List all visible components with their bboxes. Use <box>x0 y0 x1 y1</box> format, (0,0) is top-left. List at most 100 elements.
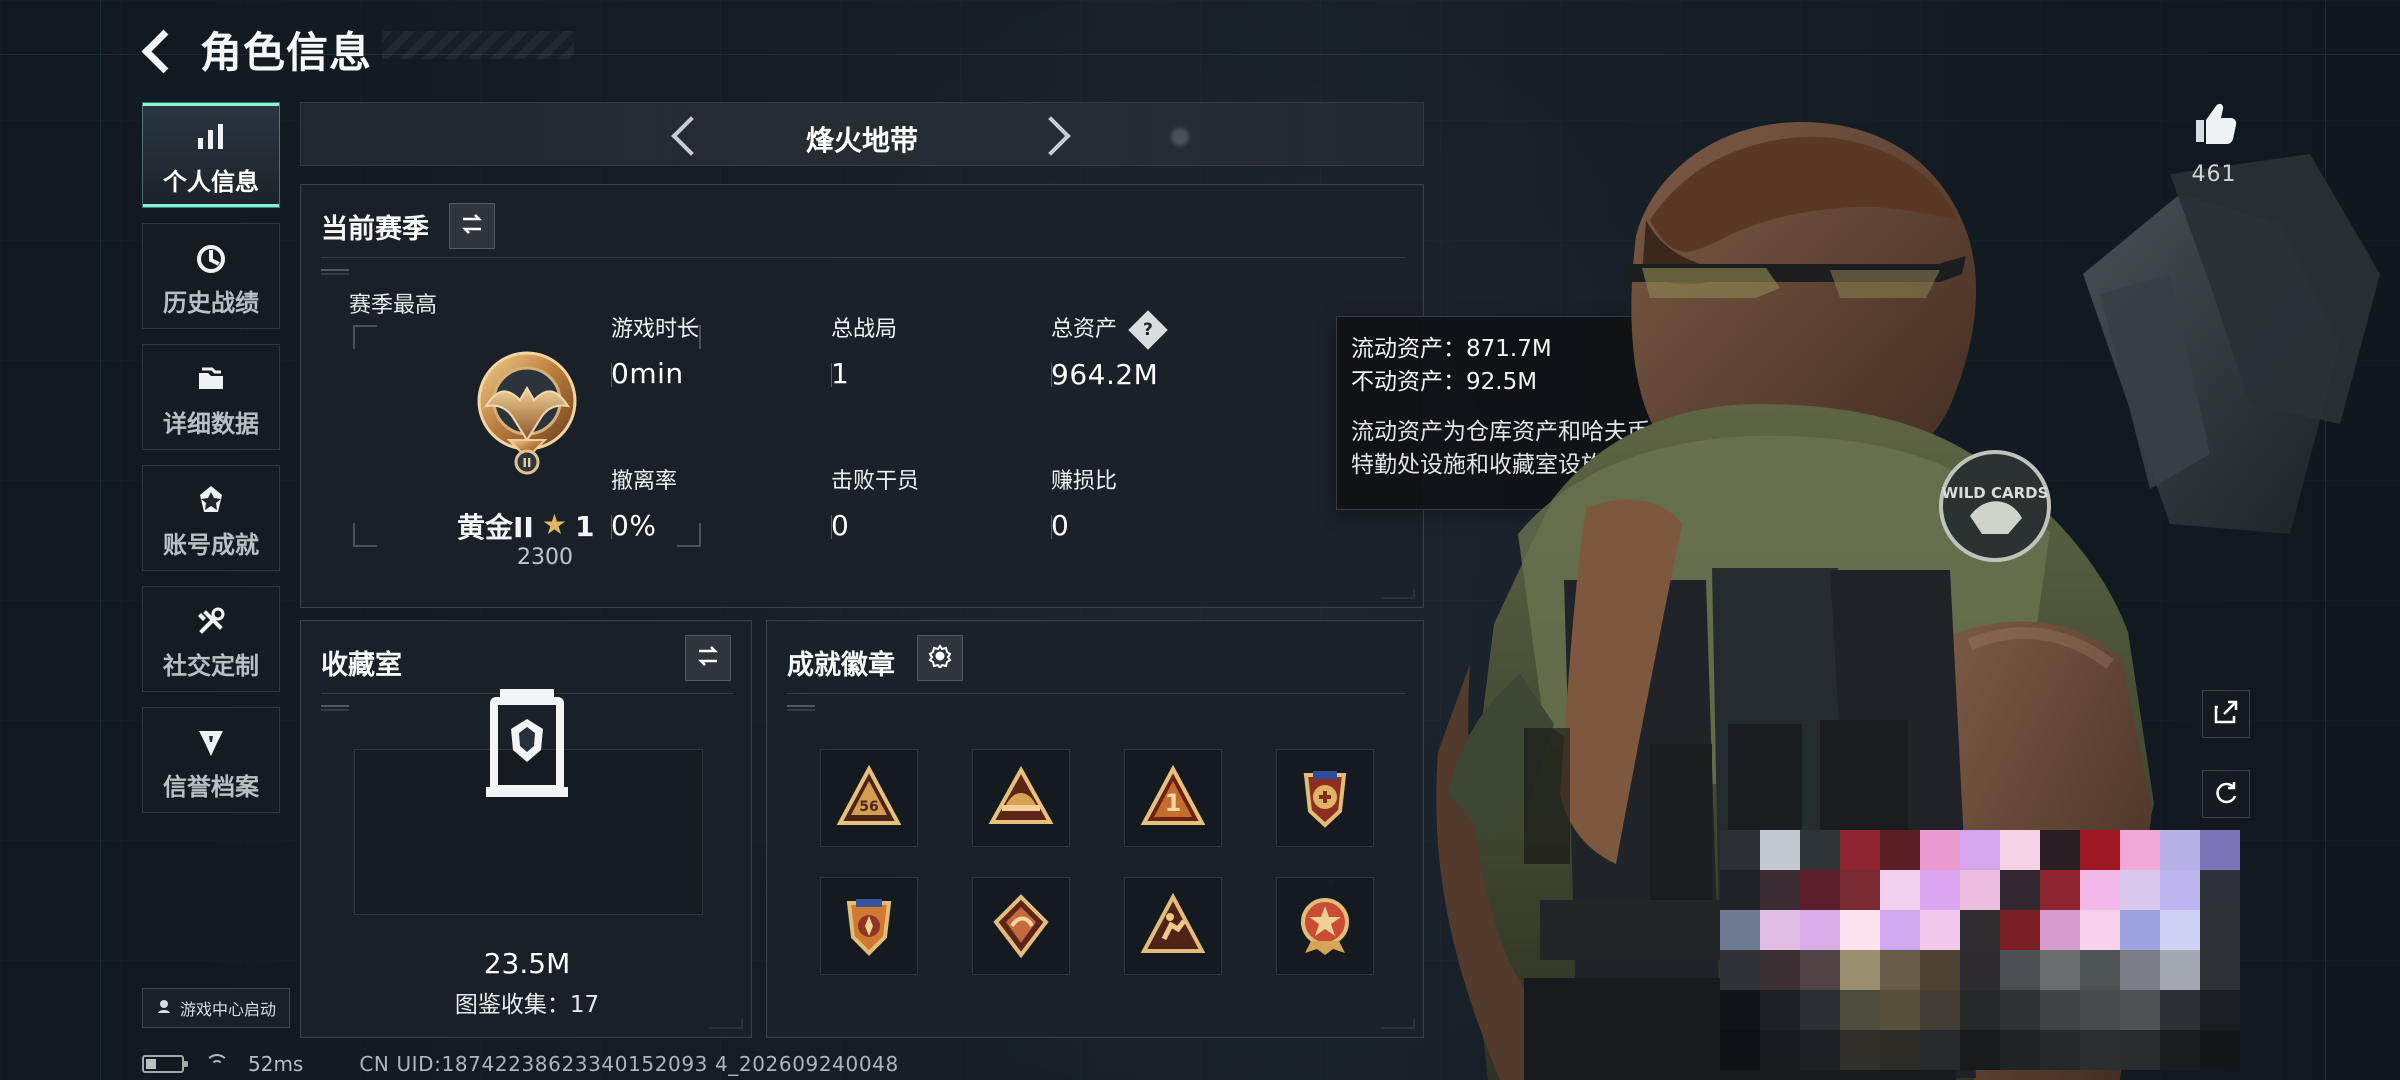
back-icon[interactable] <box>142 28 180 70</box>
stat-value: 1 <box>831 357 850 390</box>
achievement-divider <box>787 693 1405 694</box>
achievement-badge[interactable] <box>1276 877 1374 975</box>
achievement-badge[interactable]: 56 <box>820 749 918 847</box>
game-center-button[interactable]: 游戏中心启动 <box>142 988 290 1028</box>
total-assets-label: 总资产 <box>1051 317 1118 342</box>
stat-label: 赚损比 <box>1051 469 1118 494</box>
credit-icon <box>189 721 233 765</box>
achievement-tick-decor <box>787 705 815 711</box>
help-icon[interactable]: ? <box>1128 310 1168 350</box>
stat-operators-defeated: 击败干员 0 <box>831 463 971 542</box>
rank-name-row: 黄金II ★ 1 <box>457 506 594 546</box>
swap-icon <box>695 643 721 673</box>
page-title: 角色信息 <box>200 27 373 77</box>
achievement-icon <box>189 479 233 523</box>
stat-label: 总资产 ? <box>1051 310 1191 350</box>
hud-line-left <box>100 0 101 1080</box>
stat-divider <box>1051 515 1052 539</box>
achievement-badge[interactable] <box>820 877 918 975</box>
season-tick-decor <box>321 269 349 275</box>
nav-item-social[interactable]: 社交定制 <box>142 586 280 692</box>
nav-label-social: 社交定制 <box>163 652 259 680</box>
game-center-label: 游戏中心启动 <box>179 1000 276 1019</box>
season-best-label: 赛季最高 <box>349 293 438 318</box>
stat-divider <box>831 515 832 539</box>
left-navigation: 个人信息 历史战绩 详细数据 账号成就 社交定制 信誉档案 <box>142 102 280 828</box>
svg-text:II: II <box>523 456 532 470</box>
share-button[interactable] <box>2202 690 2250 738</box>
redacted-name-mosaic <box>1720 830 2240 1080</box>
star-medal-icon <box>1301 898 1349 955</box>
title-decor-stripe <box>382 31 574 59</box>
stat-divider <box>1051 363 1052 387</box>
nav-item-details[interactable]: 详细数据 <box>142 344 280 450</box>
achievement-card-title: 成就徽章 <box>787 650 895 681</box>
svg-text:56: 56 <box>859 799 878 815</box>
triangle-badge-icon: 56 <box>836 764 902 825</box>
achievement-badge[interactable] <box>972 877 1070 975</box>
stat-value: 964.2M <box>1051 358 1159 391</box>
nav-item-achievements[interactable]: 账号成就 <box>142 465 280 571</box>
nav-label-details: 详细数据 <box>163 410 259 438</box>
thumbs-up-icon[interactable] <box>2178 98 2250 154</box>
nav-label-profile: 个人信息 <box>163 168 259 196</box>
diamond-badge-icon <box>993 894 1049 959</box>
tools-icon <box>189 600 233 644</box>
page-header: 角色信息 <box>142 22 372 77</box>
collection-count: 图鉴收集：17 <box>454 992 600 1018</box>
nav-item-profile[interactable]: 个人信息 <box>142 102 280 208</box>
collection-switch-button[interactable] <box>685 635 731 681</box>
stat-playtime: 游戏时长 0min <box>611 311 751 390</box>
frame-corner <box>353 325 377 349</box>
stat-evac-rate: 撤离率 0% <box>611 463 751 542</box>
next-mode-button[interactable] <box>1035 113 1077 155</box>
nav-item-credit[interactable]: 信誉档案 <box>142 707 280 813</box>
season-card-title: 当前赛季 <box>321 214 429 245</box>
stat-value: 0 <box>831 509 850 542</box>
runner-badge-icon <box>1140 892 1206 953</box>
number-one-badge-icon: 1 <box>1140 764 1206 825</box>
achievement-badge[interactable] <box>1276 749 1374 847</box>
swap-icon <box>459 211 485 241</box>
collection-card: 收藏室 23.5M 图鉴收集：17 <box>300 620 752 1038</box>
achievement-badge[interactable] <box>1124 877 1222 975</box>
nav-label-history: 历史战绩 <box>163 289 259 317</box>
achievement-settings-button[interactable] <box>917 635 963 681</box>
achievement-badge[interactable] <box>972 749 1070 847</box>
rank-star-count: 1 <box>574 509 595 543</box>
game-center-icon <box>156 998 172 1018</box>
svg-text:WILD CARDS: WILD CARDS <box>1942 484 2049 502</box>
collection-tick-decor <box>321 705 349 711</box>
current-season-card: 当前赛季 赛季最高 II 黄金II ★ 1 2300 游戏时长 0min 总战局… <box>300 184 1424 608</box>
bar-chart-icon <box>189 116 233 160</box>
like-count: 461 <box>2191 162 2237 187</box>
refresh-icon <box>2212 778 2240 810</box>
achievement-card: 成就徽章 56 1 <box>766 620 1424 1038</box>
stat-total-matches: 总战局 1 <box>831 311 971 390</box>
stat-divider <box>831 363 832 387</box>
stat-profit-loss-ratio: 赚损比 0 <box>1051 463 1191 542</box>
nav-label-achievements: 账号成就 <box>163 531 259 559</box>
stat-label: 撤离率 <box>611 469 678 494</box>
rank-score: 2300 <box>517 545 573 570</box>
season-divider <box>321 257 1405 258</box>
folder-icon <box>189 358 233 402</box>
share-icon <box>2212 698 2240 730</box>
game-profile-screen: 角色信息 个人信息 历史战绩 详细数据 账号成就 社交定制 信誉档案 游戏中心启… <box>0 0 2400 1080</box>
stat-value: 0 <box>1051 509 1070 542</box>
main-profile-panel: 烽火地带 当前赛季 赛季最高 II 黄金II ★ 1 2300 游戏时长 0mi… <box>300 102 1424 1038</box>
crest-badge-icon <box>846 899 892 956</box>
history-icon <box>189 237 233 281</box>
nav-item-history[interactable]: 历史战绩 <box>142 223 280 329</box>
stat-label: 总战局 <box>831 317 898 342</box>
achievement-badge[interactable]: 1 <box>1124 749 1222 847</box>
stat-value: 0% <box>611 509 657 542</box>
collection-value: 23.5M <box>483 947 571 980</box>
refresh-button[interactable] <box>2202 770 2250 818</box>
nav-label-credit: 信誉档案 <box>163 773 259 801</box>
stat-total-assets: 总资产 ? 964.2M <box>1051 310 1191 391</box>
gold-rank-emblem-icon: II <box>477 351 577 475</box>
bottom-status-bar: 52ms CN UID:18742238623340152093 4_20260… <box>142 1052 899 1076</box>
season-switch-button[interactable] <box>449 203 495 249</box>
stat-value: 0min <box>611 357 684 390</box>
